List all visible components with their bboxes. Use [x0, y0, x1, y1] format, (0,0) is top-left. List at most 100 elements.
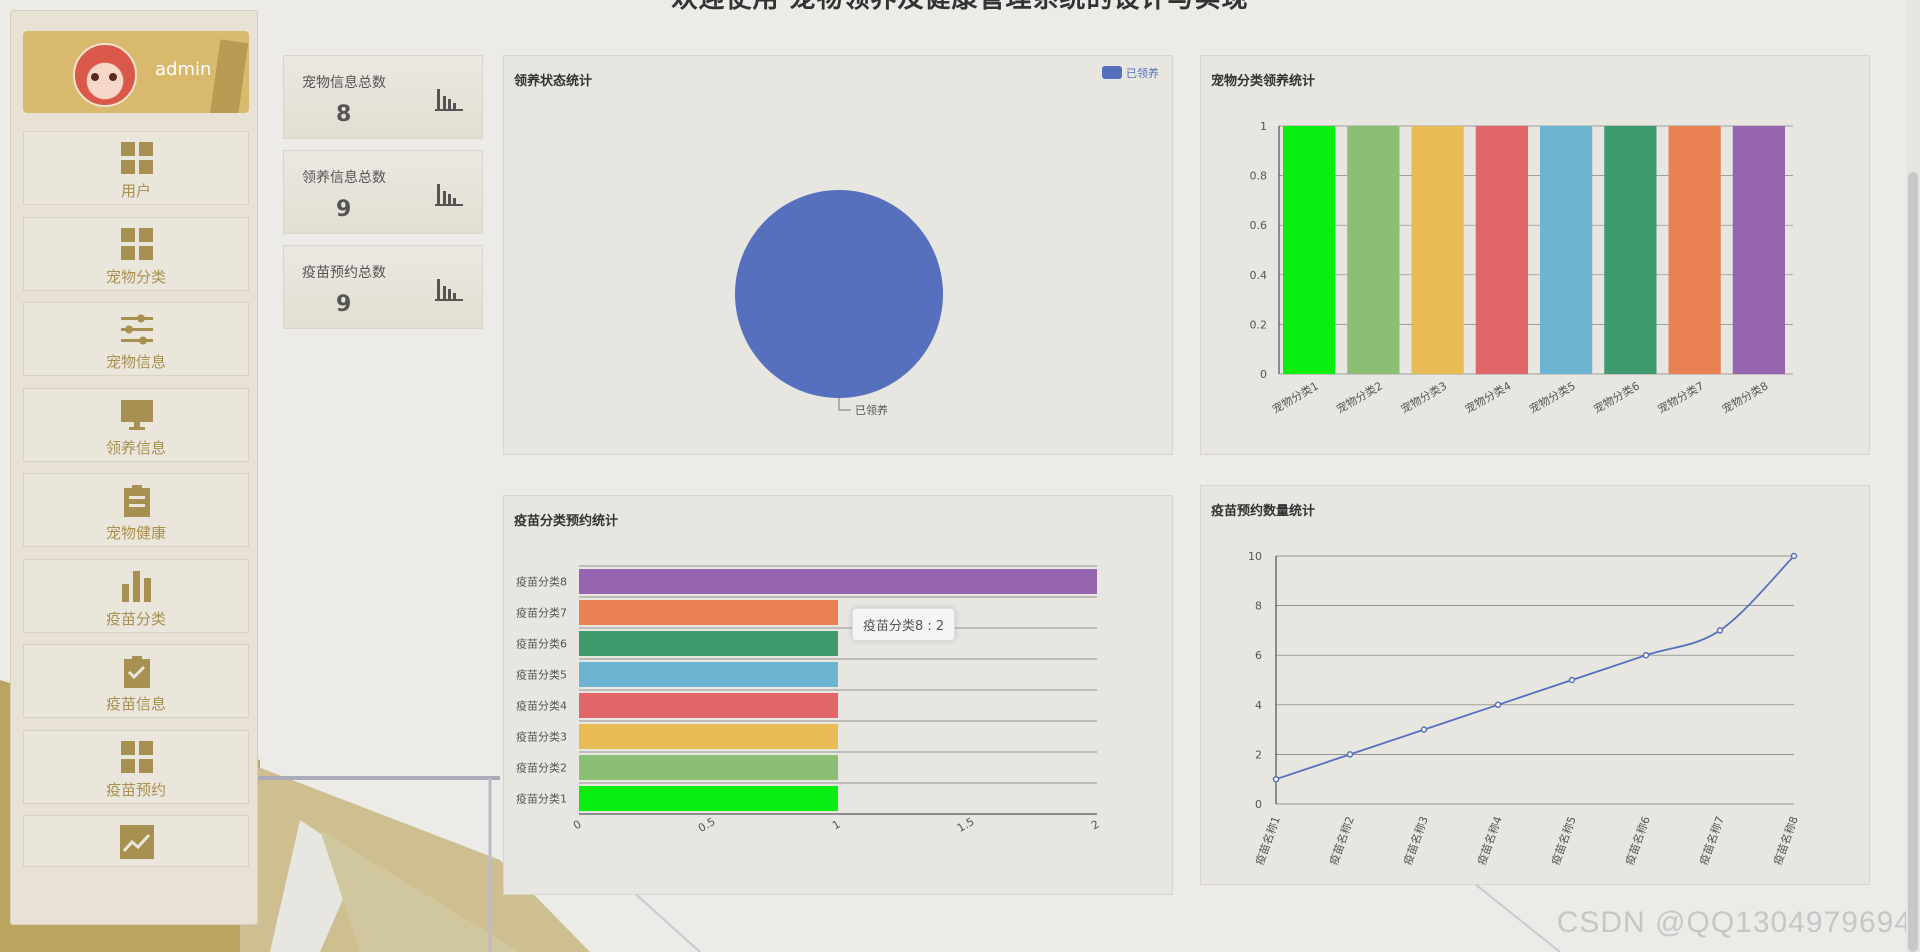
bar[interactable]: [1540, 126, 1593, 374]
chart-tooltip: 疫苗分类8 : 2: [852, 608, 956, 641]
bar[interactable]: [579, 693, 838, 718]
stat-card: 领养信息总数 9: [283, 150, 483, 234]
legend-swatch: [1102, 66, 1122, 79]
vaccine-category-bar-chart: 疫苗分类1 疫苗分类2 疫苗分类3 疫苗分类4 疫苗分类5 疫苗分类6 疫苗分类7 疫苗分类8…: [516, 565, 1102, 835]
ribbon-decoration: [209, 39, 249, 113]
bar[interactable]: [1283, 126, 1336, 374]
sidebar-item-label: 疫苗信息: [105, 695, 166, 713]
vaccine-appointment-line-chart: 0 2 4 6 8 10 疫苗名称1 疫苗名称2 疫苗名称3 疫苗名称4 疫苗名称5 疫苗名称6 疫苗名…: [1248, 550, 1801, 867]
stat-value: 8: [336, 102, 352, 127]
y-tick-label: 疫苗分类5: [516, 668, 567, 682]
trend-chart-icon: [119, 824, 155, 860]
scrollbar[interactable]: [1906, 0, 1920, 952]
bar[interactable]: [579, 724, 838, 749]
bar[interactable]: [579, 662, 838, 687]
grid-icon: [119, 739, 155, 775]
data-point[interactable]: [1420, 726, 1428, 733]
y-tick-label: 0: [1255, 798, 1262, 811]
x-tick-label: 0: [571, 818, 584, 833]
bar-chart-icon: [435, 184, 463, 206]
clipboard-icon: [119, 482, 155, 518]
stat-label: 领养信息总数: [302, 170, 386, 186]
x-tick-label: 疫苗名称6: [1622, 814, 1653, 867]
x-tick-label: 疫苗名称7: [1696, 814, 1727, 867]
sidebar-item-4[interactable]: 领养信息: [23, 387, 249, 462]
grid-icon: [119, 226, 155, 262]
sidebar-item-label: 疫苗分类: [105, 609, 166, 628]
bar[interactable]: [1475, 126, 1528, 374]
x-tick-label: 宠物分类2: [1334, 378, 1385, 416]
x-tick-label: 宠物分类3: [1398, 378, 1449, 416]
sidebar-item-1[interactable]: 用户: [23, 131, 249, 205]
sidebar-item-3[interactable]: 宠物信息: [23, 302, 249, 376]
sidebar-item-7[interactable]: 疫苗信息: [23, 644, 249, 718]
data-point[interactable]: [1494, 701, 1502, 709]
x-tick-label: 疫苗名称1: [1252, 814, 1283, 867]
data-point[interactable]: [1790, 552, 1798, 560]
bar[interactable]: [579, 786, 838, 811]
vaccine-category-panel: 疫苗分类预约统计 疫苗分类1 疫苗分类2 疫苗分类3 疫苗分类4 疫苗分类5 疫苗分类6 疫…: [503, 495, 1173, 895]
pet-category-bar-chart: 0 0.2 0.4 0.6 0.8 1 宠物分类1 宠物分类2 宠物分类3 宠物分类4 宠物分类5 宠…: [1250, 120, 1793, 416]
y-tick-label: 10: [1248, 550, 1262, 563]
clipboard-check-icon: [119, 653, 155, 689]
x-tick-label: 宠物分类6: [1591, 378, 1642, 416]
y-tick-label: 0.4: [1250, 269, 1268, 282]
sidebar-item-9[interactable]: [23, 815, 249, 867]
user-profile[interactable]: admin: [23, 31, 249, 113]
y-tick-label: 疫苗分类6: [516, 637, 567, 651]
bar[interactable]: [1347, 126, 1400, 374]
pie-slice[interactable]: [735, 190, 943, 398]
data-point[interactable]: [1568, 676, 1576, 684]
pet-category-panel: 宠物分类领养统计 0 0.2 0.4 0.6 0.8 1 宠物分类1 宠物分类2 宠物分类3 宠物…: [1200, 55, 1870, 455]
stat-value: 9: [336, 292, 352, 317]
sidebar-item-label: 用户: [120, 182, 151, 200]
data-point[interactable]: [1346, 751, 1354, 758]
avatar: [73, 43, 137, 107]
bar-chart-icon: [435, 279, 463, 301]
x-tick-label: 疫苗名称4: [1474, 814, 1505, 867]
sidebar-item-8[interactable]: 疫苗预约: [23, 729, 249, 804]
bar[interactable]: [579, 569, 1097, 594]
y-tick-label: 疫苗分类1: [516, 792, 567, 806]
sidebar-item-label: 宠物信息: [105, 353, 166, 371]
x-tick-label: 疫苗名称3: [1400, 814, 1431, 867]
x-tick-label: 宠物分类4: [1462, 378, 1513, 416]
bar-chart-icon: [119, 568, 155, 604]
series-line: [1275, 555, 1795, 781]
label-line: [838, 398, 851, 411]
stat-label: 疫苗预约总数: [302, 265, 386, 281]
legend-item[interactable]: 已领养: [1102, 66, 1159, 80]
sidebar-item-label: 宠物健康: [105, 524, 166, 542]
x-tick-label: 宠物分类7: [1655, 378, 1706, 416]
y-tick-label: 0: [1260, 368, 1267, 381]
data-point[interactable]: [1716, 627, 1724, 634]
data-point[interactable]: [1272, 775, 1280, 783]
bar[interactable]: [579, 755, 838, 780]
data-point[interactable]: [1642, 651, 1650, 659]
x-tick-label: 宠物分类8: [1719, 378, 1770, 416]
x-tick-label: 1: [830, 818, 843, 833]
bar[interactable]: [1604, 126, 1657, 374]
bar[interactable]: [1411, 126, 1464, 374]
x-tick-label: 疫苗名称8: [1770, 814, 1801, 867]
page-title: 欢迎使用 宠物领养及健康管理系统的设计与实现: [0, 0, 1920, 15]
y-tick-label: 疫苗分类7: [516, 606, 567, 620]
x-tick-label: 疫苗名称2: [1326, 814, 1357, 867]
sidebar-item-5[interactable]: 宠物健康: [23, 473, 249, 547]
scrollbar-thumb[interactable]: [1908, 172, 1918, 952]
bar[interactable]: [579, 600, 838, 625]
y-tick-label: 4: [1255, 699, 1262, 712]
y-tick-label: 疫苗分类2: [516, 761, 567, 775]
sidebar-item-label: 宠物分类: [105, 267, 166, 286]
sidebar-item-6[interactable]: 疫苗分类: [23, 558, 249, 633]
stat-card: 宠物信息总数 8: [283, 55, 483, 139]
bar[interactable]: [1732, 126, 1785, 374]
sidebar-item-2[interactable]: 宠物分类: [23, 216, 249, 291]
y-tick-label: 1: [1260, 120, 1267, 133]
bar[interactable]: [1668, 126, 1721, 374]
stat-value: 9: [336, 197, 352, 222]
vaccine-appointment-panel: 疫苗预约数量统计 0 2 4 6 8 10 疫苗名称1 疫苗名称2 疫苗名称3 疫苗名称4 疫苗名称…: [1200, 485, 1870, 885]
bar[interactable]: [579, 631, 838, 656]
stat-label: 宠物信息总数: [302, 75, 386, 91]
y-tick-label: 疫苗分类4: [516, 699, 567, 713]
